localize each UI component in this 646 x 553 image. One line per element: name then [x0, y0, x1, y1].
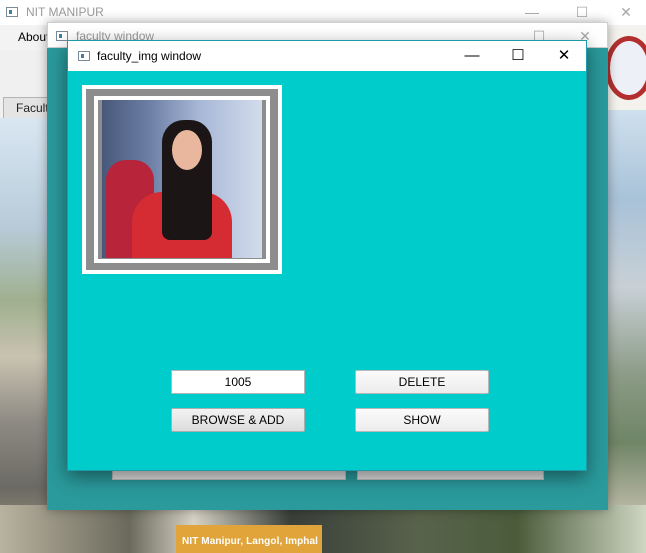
menu-about[interactable]: About [18, 30, 49, 44]
banner-image-left [0, 118, 47, 553]
img-minimize-icon[interactable]: — [449, 41, 495, 71]
img-maximize-icon[interactable]: ☐ [495, 41, 541, 71]
banner-image-right [607, 110, 646, 553]
app-icon [6, 7, 18, 17]
photo-person-face [172, 130, 202, 170]
show-button[interactable]: SHOW [355, 408, 489, 432]
banner-caption: NIT Manipur, Langol, Imphal [182, 536, 319, 547]
main-close-icon[interactable]: ✕ [606, 0, 646, 25]
faculty-photo [102, 100, 262, 258]
delete-button[interactable]: DELETE [355, 370, 489, 394]
browse-add-button[interactable]: BROWSE & ADD [171, 408, 305, 432]
faculty-photo-frame [82, 85, 282, 274]
img-window-icon [78, 51, 90, 61]
faculty-id-input[interactable]: 1005 [171, 370, 305, 394]
img-titlebar: faculty_img window — ☐ ✕ [68, 41, 586, 71]
img-close-icon[interactable]: ✕ [541, 41, 587, 71]
logo-seal-icon [605, 36, 646, 100]
img-window-title: faculty_img window [97, 49, 202, 63]
banner-image-bottom [0, 505, 646, 553]
faculty-img-window: faculty_img window — ☐ ✕ 1005 DELETE BRO… [67, 40, 587, 471]
